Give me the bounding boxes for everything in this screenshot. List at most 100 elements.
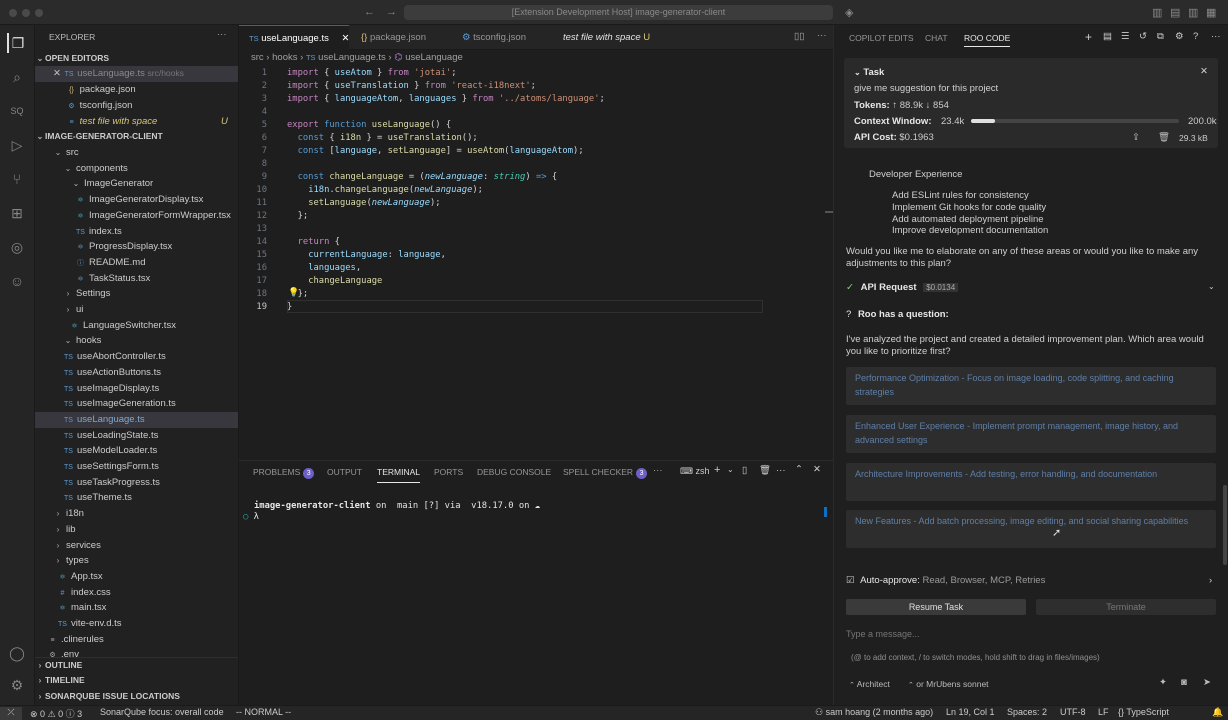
new-task-icon[interactable]: + bbox=[1085, 30, 1092, 44]
checkbox-icon[interactable]: ☑ bbox=[846, 575, 855, 586]
folder-item[interactable]: › lib bbox=[35, 522, 238, 538]
tab-ports[interactable]: PORTS bbox=[434, 461, 463, 483]
prompts-icon[interactable]: ▤ bbox=[1103, 31, 1112, 42]
open-editor-item[interactable]: {} package.json bbox=[35, 82, 238, 98]
sonar-icon[interactable]: SQ bbox=[7, 101, 27, 121]
sonar-status[interactable]: SonarQube focus: overall code bbox=[100, 707, 224, 717]
breadcrumb[interactable]: src › hooks › TS useLanguage.ts › ⌬ useL… bbox=[251, 52, 463, 66]
panel-more-icon[interactable]: ··· bbox=[653, 465, 663, 476]
history-icon[interactable]: ↺ bbox=[1139, 31, 1147, 42]
file-item[interactable]: ⚛ ProgressDisplay.tsx bbox=[35, 239, 238, 255]
search-icon[interactable]: ⌕ bbox=[7, 67, 27, 87]
file-item[interactable]: ⚛ LanguageSwitcher.tsx bbox=[35, 318, 238, 334]
tab-copilot-edits[interactable]: COPILOT EDITS bbox=[849, 33, 914, 43]
account-icon[interactable]: ◯ bbox=[7, 643, 27, 663]
terminate-button[interactable]: Terminate bbox=[1036, 599, 1216, 615]
close-tab-icon[interactable]: ✕ bbox=[342, 33, 350, 44]
enhance-prompt-icon[interactable]: ✦ bbox=[1159, 677, 1167, 688]
option-button[interactable]: New Features - Add batch processing, ima… bbox=[846, 510, 1216, 548]
mcp-icon[interactable]: ☰ bbox=[1121, 31, 1130, 42]
auto-approve-row[interactable]: ☑ Auto-approve: Read, Browser, MCP, Retr… bbox=[846, 575, 1045, 586]
toggle-sidebar-icon[interactable]: ▥ bbox=[1152, 6, 1162, 19]
back-arrow-icon[interactable]: ← bbox=[364, 6, 375, 18]
sonarqube-section[interactable]: › SONARQUBE ISSUE LOCATIONS bbox=[35, 689, 238, 704]
model-selector[interactable]: ⌃ or MrUbens sonnet bbox=[908, 679, 989, 689]
file-item[interactable]: TS useImageDisplay.ts bbox=[35, 381, 238, 397]
file-item[interactable]: TS useLoadingState.ts bbox=[35, 428, 238, 444]
tab-test-file[interactable]: test file with space U bbox=[553, 25, 673, 50]
open-editor-item[interactable]: ✕ TS useLanguage.ts src/hooks bbox=[35, 66, 238, 82]
kill-terminal-icon[interactable]: 🗑 bbox=[759, 465, 771, 476]
send-icon[interactable]: ➤ bbox=[1203, 677, 1211, 688]
language-mode[interactable]: {} TypeScript bbox=[1118, 707, 1169, 717]
customize-layout-icon[interactable]: ▦ bbox=[1206, 6, 1216, 19]
tab-spell-checker[interactable]: SPELL CHECKER 3 bbox=[563, 461, 648, 483]
cursor-position[interactable]: Ln 19, Col 1 bbox=[946, 707, 995, 717]
lightbulb-icon[interactable]: 💡 bbox=[288, 287, 299, 298]
explorer-icon[interactable]: ❐ bbox=[7, 33, 27, 53]
open-in-editor-icon[interactable]: ⧉ bbox=[1157, 31, 1164, 42]
panel-more-actions-icon[interactable]: ··· bbox=[776, 465, 786, 476]
open-editor-item[interactable]: ≡ test file with space U bbox=[35, 114, 238, 130]
tab-tsconfig[interactable]: ⚙ tsconfig.json bbox=[452, 25, 552, 50]
file-item[interactable]: # index.css bbox=[35, 585, 238, 601]
file-item[interactable]: ⚛ App.tsx bbox=[35, 569, 238, 585]
message-input[interactable] bbox=[846, 625, 1216, 643]
folder-item[interactable]: ⌄ components bbox=[35, 161, 238, 177]
expand-icon[interactable]: ⌄ bbox=[1208, 282, 1215, 291]
close-task-icon[interactable]: ✕ bbox=[1200, 66, 1208, 77]
notifications-icon[interactable]: 🔔 bbox=[1212, 707, 1223, 718]
option-button[interactable]: Performance Optimization - Focus on imag… bbox=[846, 367, 1216, 405]
split-terminal-icon[interactable]: ▯ bbox=[742, 465, 747, 476]
maximize-panel-icon[interactable]: ⌃ bbox=[795, 464, 803, 475]
folder-item[interactable]: › ui bbox=[35, 302, 238, 318]
tab-package-json[interactable]: {} package.json bbox=[351, 25, 451, 50]
copilot-icon[interactable]: ◈ bbox=[845, 6, 853, 19]
minimize-window-button[interactable] bbox=[22, 9, 30, 17]
terminal-shell[interactable]: ⌨ zsh bbox=[680, 466, 710, 477]
command-center[interactable]: [Extension Development Host] image-gener… bbox=[404, 5, 833, 20]
file-item[interactable]: TS vite-env.d.ts bbox=[35, 616, 238, 632]
help-icon[interactable]: ? bbox=[1193, 31, 1198, 42]
timeline-section[interactable]: › TIMELINE bbox=[35, 673, 238, 688]
option-button[interactable]: Enhanced User Experience - Implement pro… bbox=[846, 415, 1216, 453]
chevron-right-icon[interactable]: › bbox=[1209, 575, 1212, 586]
mode-selector[interactable]: ⌃ Architect bbox=[849, 679, 890, 689]
open-editors-header[interactable]: ⌄ OPEN EDITORS bbox=[35, 51, 238, 66]
source-control-icon[interactable]: ⑂ bbox=[7, 169, 27, 189]
chat-scrollbar[interactable] bbox=[1223, 485, 1227, 565]
camera-icon[interactable]: ◙ bbox=[1181, 677, 1187, 688]
file-item[interactable]: TS useLanguage.ts bbox=[35, 411, 238, 428]
resume-task-button[interactable]: Resume Task bbox=[846, 599, 1026, 615]
file-item[interactable]: TS useImageGeneration.ts bbox=[35, 396, 238, 412]
split-editor-icon[interactable]: ▯▯ bbox=[794, 31, 804, 42]
file-item[interactable]: ⓘ README.md bbox=[35, 255, 238, 271]
maximize-window-button[interactable] bbox=[35, 9, 43, 17]
remote-icon[interactable]: ◎ bbox=[7, 237, 27, 257]
file-item[interactable]: TS useTheme.ts bbox=[35, 490, 238, 506]
folder-item[interactable]: › Settings bbox=[35, 286, 238, 302]
eol[interactable]: LF bbox=[1098, 707, 1109, 717]
folder-item[interactable]: ⌄ src bbox=[35, 145, 238, 161]
close-panel-icon[interactable]: ✕ bbox=[813, 464, 821, 475]
new-terminal-icon[interactable]: + bbox=[714, 464, 720, 476]
forward-arrow-icon[interactable]: → bbox=[386, 6, 397, 18]
indentation[interactable]: Spaces: 2 bbox=[1007, 707, 1047, 717]
roo-icon[interactable]: ☺ bbox=[7, 271, 27, 291]
encoding[interactable]: UTF-8 bbox=[1060, 707, 1086, 717]
tab-chat[interactable]: CHAT bbox=[925, 33, 948, 43]
terminal-dropdown-icon[interactable]: ⌄ bbox=[727, 465, 734, 474]
file-item[interactable]: ⚛ ImageGeneratorFormWrapper.tsx bbox=[35, 208, 238, 224]
remote-indicator-icon[interactable]: ⤫ bbox=[0, 707, 22, 720]
toggle-secondary-sidebar-icon[interactable]: ▥ bbox=[1188, 6, 1198, 19]
problems-status[interactable]: ⊗ 0 ⚠ 0 ⓘ 3 bbox=[30, 707, 82, 720]
file-item[interactable]: TS useAbortController.ts bbox=[35, 349, 238, 365]
collapse-icon[interactable]: ⌄ bbox=[854, 68, 861, 77]
tab-uselanguage[interactable]: TS useLanguage.ts ✕ bbox=[239, 25, 349, 50]
folder-item[interactable]: › services bbox=[35, 538, 238, 554]
delete-icon[interactable]: 🗑 bbox=[1158, 132, 1170, 143]
tab-terminal[interactable]: TERMINAL bbox=[377, 461, 420, 483]
option-button[interactable]: Architecture Improvements - Add testing,… bbox=[846, 463, 1216, 501]
file-item[interactable]: ≡ .clinerules bbox=[35, 632, 238, 648]
toggle-panel-icon[interactable]: ▤ bbox=[1170, 6, 1180, 19]
